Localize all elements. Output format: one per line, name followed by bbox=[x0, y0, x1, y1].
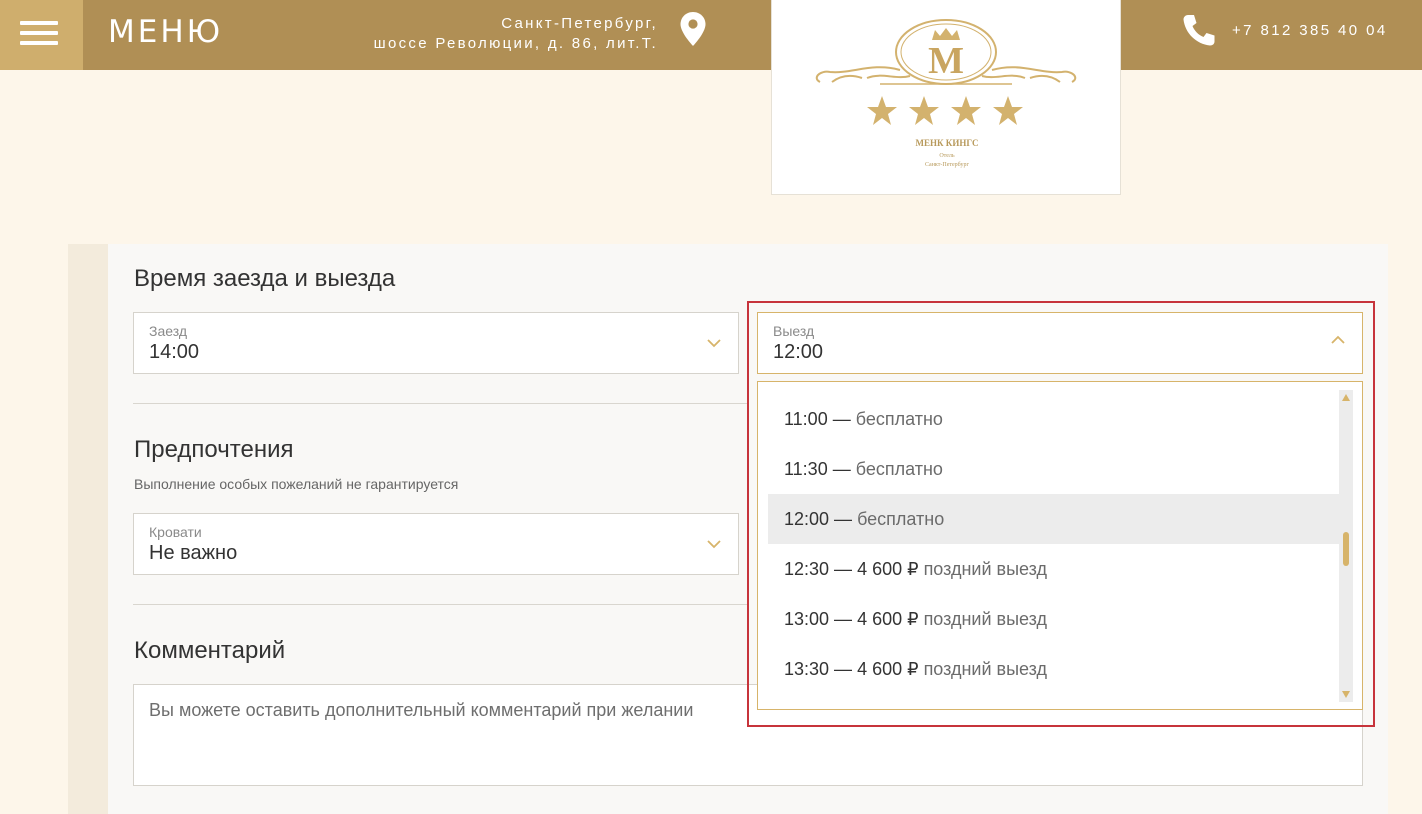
map-pin-icon[interactable] bbox=[679, 11, 707, 47]
menu-button[interactable] bbox=[0, 0, 83, 70]
section-divider bbox=[133, 604, 747, 605]
address-line-street: шоссе Революции, д. 86, лит.Т. bbox=[373, 35, 658, 52]
beds-select[interactable]: Кровати Не важно bbox=[133, 513, 739, 575]
chevron-down-icon bbox=[707, 339, 721, 348]
address-line-city: Санкт-Петербург, bbox=[501, 15, 658, 32]
hamburger-icon bbox=[20, 21, 58, 25]
chevron-up-icon bbox=[1331, 335, 1345, 344]
checkin-label: Заезд bbox=[149, 323, 188, 339]
logo-hotel-name: МЕНК КИНГС bbox=[915, 138, 979, 148]
preferences-title: Предпочтения bbox=[134, 436, 294, 463]
logo-monogram: M bbox=[928, 40, 964, 82]
beds-label: Кровати bbox=[149, 524, 202, 540]
phone-icon[interactable] bbox=[1181, 13, 1217, 47]
checkin-value: 14:00 bbox=[149, 341, 200, 363]
phone-number[interactable]: +7 812 385 40 04 bbox=[1232, 22, 1388, 39]
menu-label[interactable]: МЕНЮ bbox=[108, 14, 223, 50]
comment-title: Комментарий bbox=[134, 637, 286, 664]
option-1200-selected[interactable]: 12:00 — бесплатно bbox=[768, 494, 1339, 544]
hotel-address[interactable]: Санкт-Петербург, шоссе Революции, д. 86,… bbox=[374, 14, 658, 54]
logo-subtitle: Отель bbox=[939, 153, 955, 159]
scroll-down-arrow-icon[interactable] bbox=[1342, 691, 1350, 698]
scroll-up-arrow-icon[interactable] bbox=[1342, 394, 1350, 401]
dropdown-scrollbar[interactable] bbox=[1339, 390, 1353, 702]
option-1230[interactable]: 12:30 — 4 600 ₽ поздний выезд bbox=[768, 544, 1339, 594]
checkin-select[interactable]: Заезд 14:00 bbox=[133, 312, 739, 374]
section-divider bbox=[133, 403, 747, 404]
option-1300[interactable]: 13:00 — 4 600 ₽ поздний выезд bbox=[768, 594, 1339, 644]
checkout-dropdown-list[interactable]: 11:00 — бесплатно 11:30 — бесплатно 12:0… bbox=[757, 381, 1363, 710]
checkout-select[interactable]: Выезд 12:00 bbox=[757, 312, 1363, 374]
checkout-label: Выезд bbox=[773, 323, 815, 339]
logo-city: Санкт-Петербург bbox=[925, 162, 969, 168]
option-1330[interactable]: 13:30 — 4 600 ₽ поздний выезд bbox=[768, 644, 1339, 694]
beds-value: Не важно bbox=[149, 542, 238, 564]
option-1130[interactable]: 11:30 — бесплатно bbox=[768, 444, 1339, 494]
option-1100[interactable]: 11:00 — бесплатно bbox=[768, 394, 1339, 444]
card-side-strip bbox=[68, 244, 108, 814]
checkout-value: 12:00 bbox=[773, 341, 824, 363]
chevron-down-icon bbox=[707, 540, 721, 549]
site-header: МЕНЮ Санкт-Петербург, шоссе Революции, д… bbox=[0, 0, 1422, 70]
preferences-subtitle: Выполнение особых пожеланий не гарантиру… bbox=[134, 476, 459, 492]
times-section-title: Время заезда и выезда bbox=[134, 265, 396, 292]
scrollbar-thumb[interactable] bbox=[1343, 532, 1349, 566]
hotel-logo[interactable]: M МЕНК КИНГС Отель Санкт-Петербург bbox=[771, 0, 1121, 195]
